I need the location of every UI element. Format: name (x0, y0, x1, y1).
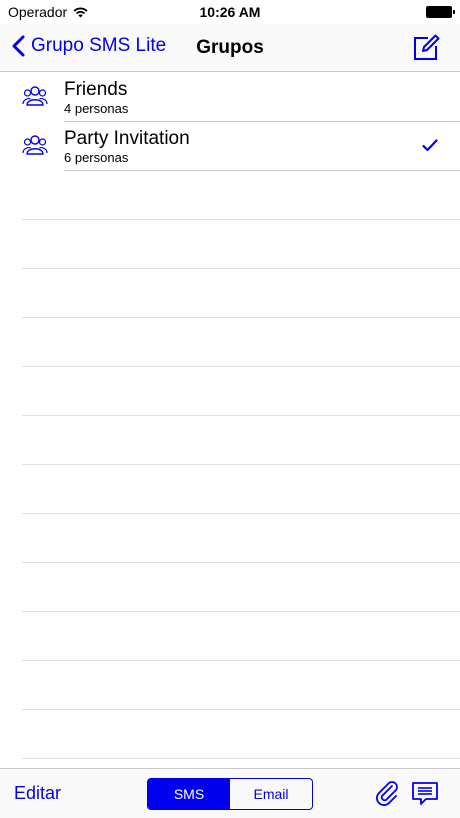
empty-row (0, 514, 460, 563)
group-people-icon (22, 86, 48, 106)
empty-row (0, 318, 460, 367)
empty-row (0, 563, 460, 612)
navigation-bar: Grupo SMS Lite Grupos (0, 24, 460, 72)
groups-list: Friends 4 personas Party Invitation 6 pe… (0, 73, 460, 759)
empty-row (0, 612, 460, 661)
battery-icon (426, 6, 455, 18)
empty-row (0, 416, 460, 465)
segment-sms[interactable]: SMS (148, 779, 230, 809)
empty-row (0, 465, 460, 514)
empty-row (0, 269, 460, 318)
compose-icon[interactable] (412, 34, 440, 62)
status-bar: Operador 10:26 AM (0, 0, 460, 24)
empty-row (0, 220, 460, 269)
empty-row (0, 171, 460, 220)
checkmark-icon (422, 139, 438, 152)
group-member-count: 6 personas (64, 150, 129, 165)
empty-row (0, 367, 460, 416)
paperclip-icon[interactable] (374, 780, 402, 808)
group-member-count: 4 personas (64, 101, 129, 116)
segment-email[interactable]: Email (230, 779, 312, 809)
status-time: 10:26 AM (199, 4, 261, 20)
message-template-icon[interactable] (411, 781, 439, 807)
channel-segmented-control: SMS Email (147, 778, 313, 810)
chevron-left-icon (12, 35, 25, 57)
group-name: Friends (64, 79, 128, 100)
bottom-toolbar: Editar SMS Email (0, 768, 460, 818)
group-people-icon (22, 135, 48, 155)
group-row-party-invitation[interactable]: Party Invitation 6 personas (0, 122, 460, 171)
edit-button[interactable]: Editar (14, 783, 61, 804)
empty-row (0, 661, 460, 710)
group-name: Party Invitation (64, 128, 190, 149)
back-button[interactable]: Grupo SMS Lite (12, 35, 166, 57)
empty-row (0, 710, 460, 759)
back-button-label: Grupo SMS Lite (31, 35, 167, 56)
group-row-friends[interactable]: Friends 4 personas (0, 73, 460, 122)
